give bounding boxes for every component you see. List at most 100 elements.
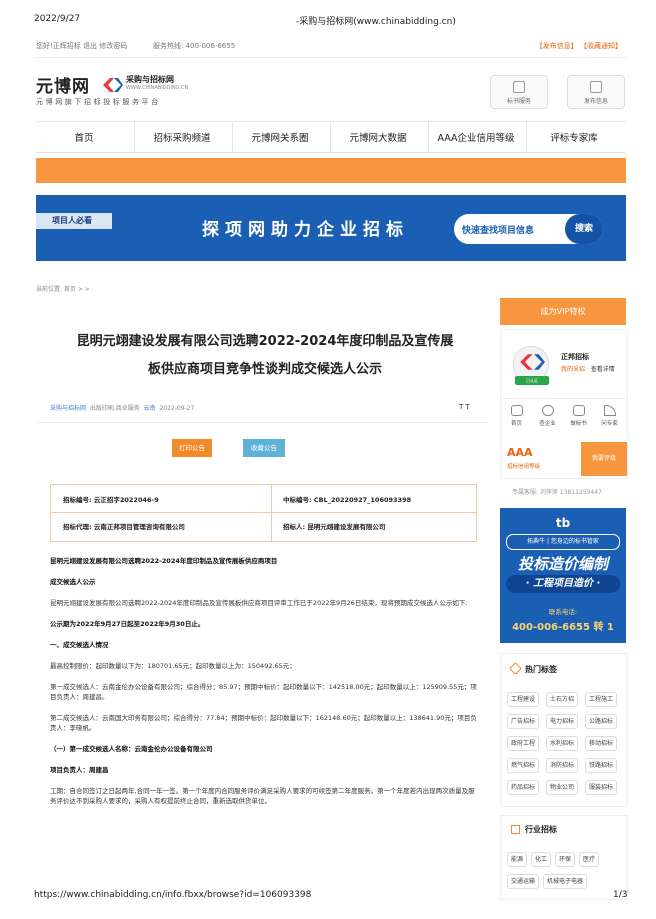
- nav-big-data[interactable]: 元博网大数据: [330, 130, 426, 144]
- industry-icon: [511, 825, 520, 834]
- sidebar-ad[interactable]: tb 拓典牛 | 您身边的标书管家 投标造价编制 · 工程项目造价 · 联系电话…: [500, 508, 626, 643]
- body-paragraph: 成交候选人公示: [50, 578, 96, 586]
- hot-tag[interactable]: 铁路招标: [585, 758, 618, 773]
- nav-credit-rating[interactable]: AAA企业信用等级: [428, 130, 524, 144]
- quick-expert-label: 问专家: [601, 421, 618, 427]
- body-paragraph: 第一成交候选人：云南金伦办公设备有限公司；综合得分：85.97；预期中标价：起印…: [50, 683, 477, 701]
- quick-home-label: 首页: [510, 421, 522, 427]
- bid-agent: 招标代理: 云南正邦项目管理咨询有限公司: [63, 523, 185, 531]
- quick-actions: 首页 查企业 做标书 问专家: [501, 398, 627, 439]
- print-button[interactable]: 打印公告: [172, 439, 212, 457]
- body-paragraph: 项目负责人：周建昌: [50, 766, 109, 774]
- quick-bid-doc-label: 做标书: [570, 421, 587, 427]
- favorite-button[interactable]: 收藏公告: [243, 439, 285, 457]
- industry-tag[interactable]: 医疗: [579, 852, 600, 867]
- bid-number: 招标编号: 云正招字2022046-9: [63, 496, 159, 504]
- company-avatar: 已认证: [513, 346, 549, 385]
- hot-tag[interactable]: 物业公司: [546, 780, 579, 795]
- hot-tag[interactable]: 移动招标: [585, 736, 618, 751]
- logo-slogan: 元博网旗下招标投标服务平台: [36, 98, 161, 106]
- nav-home[interactable]: 首页: [36, 130, 132, 144]
- hot-tag[interactable]: 服装招标: [585, 780, 618, 795]
- quick-company-label: 查企业: [539, 421, 556, 427]
- hot-tag[interactable]: 水利招标: [546, 736, 579, 751]
- hot-tag[interactable]: 工程建设: [507, 692, 540, 707]
- bid-service-label: 标书服务: [506, 98, 531, 105]
- eye-icon: [541, 405, 554, 416]
- hot-tags-panel: 热门标签 工程建设 土石方招 工程施工 广告招标 电力招标 公路招标 政府工程 …: [500, 653, 628, 807]
- service-hotline: 服务热线: 400-006-6655: [153, 42, 236, 50]
- hot-tag[interactable]: 电力招标: [546, 714, 579, 729]
- folder-icon: [572, 405, 585, 416]
- edit-icon: [590, 81, 602, 93]
- print-title: -采购与招标网(www.chinabidding.cn): [296, 17, 456, 27]
- vip-button[interactable]: 成为VIP特权: [500, 298, 626, 325]
- orange-strip: [36, 158, 626, 183]
- verified-badge: 已认证: [515, 376, 549, 385]
- hot-tags-title: 热门标签: [525, 665, 557, 674]
- banner-search[interactable]: 快速查找项目信息 搜索: [454, 214, 603, 244]
- body-paragraph: 工期：自合同签订之日起两年,合同一年一签。第一个年度内合同服务评价满足采购人要求…: [50, 787, 475, 805]
- banner-search-button[interactable]: 搜索: [565, 214, 603, 244]
- nav-bidding-channel[interactable]: 招标采购频道: [134, 130, 230, 144]
- industry-tag[interactable]: 机械电子电器: [543, 874, 588, 889]
- industry-panel: 行业招标 能源 化工 环保 医疗 交通运输 机械电子电器: [500, 815, 628, 900]
- top-bar: 您好!正辉招标 退出 修改密码 服务热线: 400-006-6655 【发布信息…: [36, 39, 626, 53]
- promo-banner[interactable]: 项目人必看 探项网助力企业招标 快速查找项目信息 搜索: [36, 195, 626, 261]
- site-logo-icon: [103, 78, 123, 92]
- user-greeting[interactable]: 您好!正辉招标 退出 修改密码: [36, 41, 127, 51]
- ad-contact-label: 联系电话:: [548, 608, 578, 616]
- top-links[interactable]: 【发布信息】 【收藏通知】: [536, 41, 622, 51]
- signal-icon: [603, 405, 616, 416]
- nav-expert-library[interactable]: 评标专家库: [526, 130, 622, 144]
- user-card: 已认证 正邦招标 我的采招 · 查看详情 首页 查企业 做标书 问专家 AAA …: [500, 329, 628, 479]
- industry-tag[interactable]: 交通运输: [507, 874, 540, 889]
- brand-logo[interactable]: 元博网: [36, 72, 90, 97]
- banner-search-placeholder: 快速查找项目信息: [462, 226, 535, 236]
- body-paragraph: 公示期为2022年9月27日起至2022年9月30日止。: [50, 620, 205, 628]
- quick-bid-doc[interactable]: 做标书: [563, 405, 594, 427]
- win-number: 中标编号: CBL_20220927_106093398: [283, 496, 412, 504]
- article-meta: 采购与招标网 出版印刷,商业服务 云南 2022-09-27 T T: [50, 403, 470, 412]
- company-name: 正邦招标: [561, 353, 589, 361]
- consultant-info: 专属客服: 刘萍萍 13811259447: [512, 489, 602, 496]
- table-divider: [271, 485, 272, 541]
- hot-tag[interactable]: 工程施工: [585, 692, 618, 707]
- hot-tag[interactable]: 土石方招: [546, 692, 579, 707]
- bid-service-button[interactable]: 标书服务: [490, 75, 548, 109]
- ad-headline: 投标造价编制: [517, 555, 608, 573]
- rating-button[interactable]: 我要评级: [581, 442, 627, 476]
- publish-info-button[interactable]: 发布信息: [567, 75, 625, 109]
- nav-network[interactable]: 元博网关系圈: [232, 130, 328, 144]
- hot-tag[interactable]: 广告招标: [507, 714, 540, 729]
- article-region[interactable]: 云南: [144, 405, 156, 412]
- hot-tag[interactable]: 公路招标: [585, 714, 618, 729]
- aaa-title: AAA: [507, 446, 533, 459]
- article-category: 出版印刷,商业服务: [89, 405, 140, 412]
- print-date: 2022/9/27: [34, 14, 81, 24]
- site-logo-icon: [520, 354, 545, 370]
- article-source[interactable]: 采购与招标网: [50, 405, 86, 412]
- divider: [36, 57, 626, 58]
- hot-tag[interactable]: 消防招标: [546, 758, 579, 773]
- quick-home[interactable]: 首页: [501, 405, 532, 427]
- font-size-toggle[interactable]: T T: [459, 403, 470, 411]
- article-body: 昆明元翊建设发展有限公司选聘2022-2024年度印制品及宣传展板供应商项目 成…: [50, 556, 478, 817]
- tenderer: 招标人: 昆明元翊建设发展有限公司: [283, 523, 386, 531]
- ad-subheadline: · 工程项目造价 ·: [506, 575, 620, 593]
- industry-tag[interactable]: 化工: [531, 852, 552, 867]
- hot-tag[interactable]: 燃气招标: [507, 758, 540, 773]
- industry-tag[interactable]: 环保: [555, 852, 576, 867]
- hot-tag[interactable]: 药品招标: [507, 780, 540, 795]
- body-paragraph: （一）第一成交候选人名称：云南金伦办公设备有限公司: [50, 745, 213, 753]
- detail-link[interactable]: 查看详情: [591, 366, 615, 373]
- hot-tag[interactable]: 政府工程: [507, 736, 540, 751]
- home-icon: [510, 405, 523, 416]
- my-collect-link[interactable]: 我的采招 · 查看详情: [561, 364, 615, 373]
- industry-tag[interactable]: 能源: [507, 852, 528, 867]
- site-domain: WWW.CHINABIDDING.CN: [126, 85, 189, 91]
- table-divider: [51, 512, 476, 513]
- publish-info-label: 发布信息: [583, 98, 608, 105]
- quick-expert[interactable]: 问专家: [594, 405, 625, 427]
- quick-company[interactable]: 查企业: [532, 405, 563, 427]
